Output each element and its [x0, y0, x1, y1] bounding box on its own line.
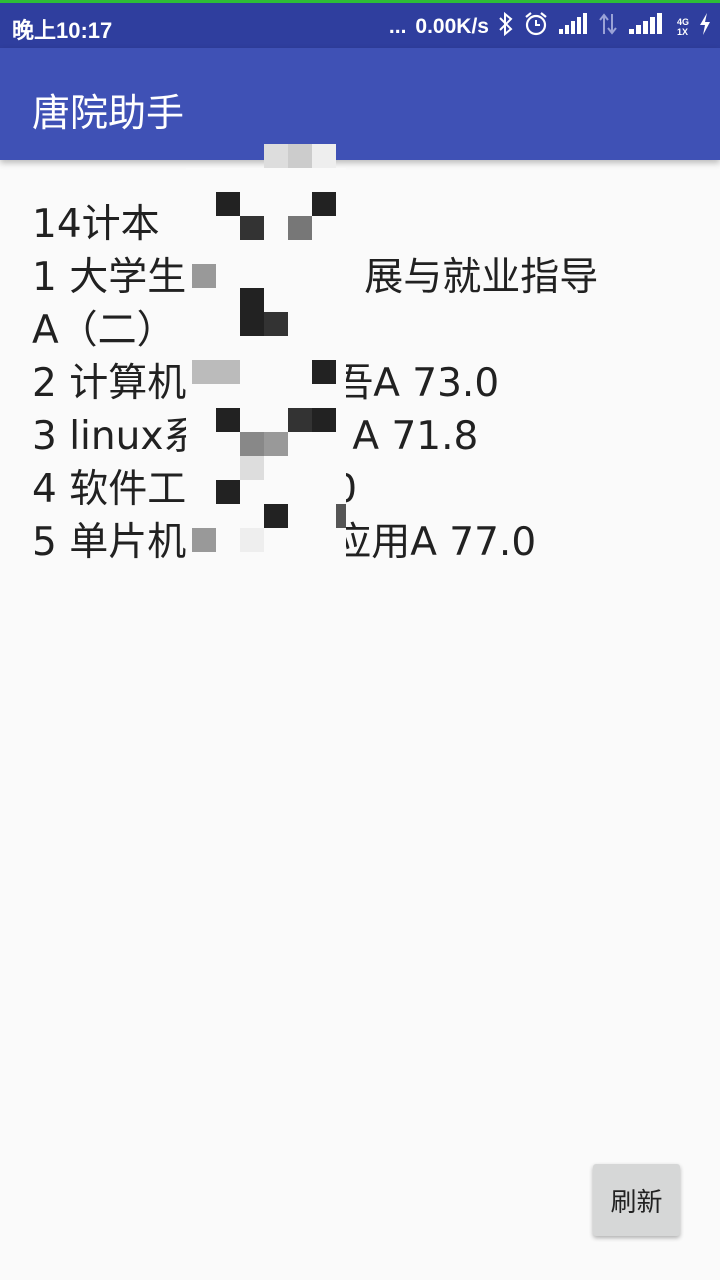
app-bar: 唐院助手	[0, 48, 720, 160]
line-text: A（二）	[32, 308, 176, 353]
line-tail: A 71.8	[352, 414, 479, 459]
network-type: 4G	[676, 17, 689, 27]
line-text: 14计本	[32, 202, 160, 247]
grade-line-6: 5 单片机 应用A 77.0	[32, 516, 692, 569]
grade-line-3: 2 计算机 吾A 73.0	[32, 357, 692, 410]
grade-line-4: 3 linux系 A 71.8	[32, 410, 692, 463]
data-transfer-icon	[597, 12, 619, 42]
network-speed: 0.00K/s	[415, 15, 489, 38]
status-time: 晚上10:17	[12, 18, 113, 43]
status-bar: 晚上10:17 ... 0.00K/s 4G 1X	[0, 0, 720, 48]
more-dots: ...	[388, 15, 407, 38]
line-tail: 展与就业指导	[364, 255, 599, 300]
line-tail: 吾A 73.0	[334, 361, 500, 406]
grades-list: 14计本 1 大学生 展与就业指导 A（二） 2 计算机 吾A 73.0 3 lin…	[32, 198, 692, 569]
grade-line-2: A（二）	[32, 304, 692, 357]
line-text: 1 大学生	[32, 255, 187, 300]
grade-line-5: 4 软件工0	[32, 463, 692, 516]
line-text: 4 软件工	[32, 467, 187, 512]
alarm-icon	[523, 11, 549, 43]
grade-line-1: 1 大学生 展与就业指导	[32, 251, 692, 304]
status-icons: ... 0.00K/s 4G 1X	[389, 9, 712, 45]
grade-line-0: 14计本	[32, 198, 692, 251]
line-text: 2 计算机	[32, 361, 187, 406]
line-text: 3 linux系	[32, 414, 203, 459]
app-title: 唐院助手	[32, 91, 185, 135]
sim-slot: 1X	[676, 27, 688, 37]
network-type-label: 4G 1X	[677, 17, 689, 37]
line-tail: 应用A 77.0	[332, 520, 537, 565]
refresh-button[interactable]: 刷新	[593, 1164, 680, 1236]
signal-icon	[558, 13, 588, 41]
charging-icon	[698, 12, 712, 42]
bluetooth-icon	[498, 11, 514, 42]
pixelated-redaction	[186, 144, 346, 580]
signal-4g-icon	[628, 13, 668, 41]
line-text: 5 单片机	[32, 520, 187, 565]
